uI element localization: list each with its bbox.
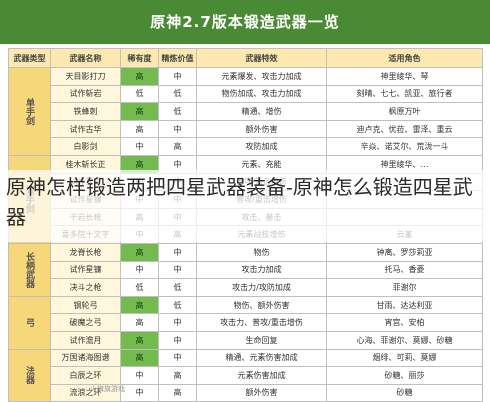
roles-cell: 心海、菲谢尔、莫娜、砂糖: [326, 330, 483, 350]
weapon-name-cell: 试作斩岩: [50, 84, 121, 104]
roles-cell: 刻晴、七七、凯亚、旅行者: [326, 84, 483, 104]
weapon-name-cell: 试作星镰: [50, 260, 121, 280]
refine-value-cell: 中: [158, 313, 197, 332]
category-cell: 长柄武器: [8, 242, 51, 297]
rarity-cell: 高: [120, 330, 159, 350]
refine-value-cell: 低: [158, 84, 197, 104]
effect-cell: 攻击力/攻防加成: [196, 278, 327, 297]
roles-cell: 甘雨、达达利亚: [326, 295, 483, 315]
refine-value-cell: 中: [158, 242, 197, 262]
refine-value-cell: 低: [158, 102, 197, 121]
rarity-cell: 高: [120, 348, 159, 368]
effect-cell: 物伤、额外伤害: [196, 295, 327, 315]
roles-cell: 托马、香菱: [326, 260, 483, 280]
table-row: 弓钢轮弓高低物伤、额外伤害 甘雨、达达利亚: [8, 295, 483, 350]
rarity-cell: 中: [120, 137, 159, 156]
category-cell: 单手剑: [8, 67, 51, 156]
page: 原神2.7版本锻造武器一览 武器类型 武器名称 稀有度 精炼价值 武器特效 适用…: [0, 0, 490, 402]
header-weapon-name: 武器名称: [50, 48, 121, 68]
refine-value-cell: 中: [158, 348, 197, 368]
effect-cell: 攻击力加成: [196, 260, 327, 280]
table-row: 白辰之环中高元素伤害加成 砂糖、丽莎: [9, 366, 483, 385]
roles-cell: 菲谢尔: [326, 278, 483, 297]
rarity-cell: 高: [120, 295, 159, 315]
rarity-cell: 高: [120, 102, 159, 121]
effect-cell: 生命回复: [196, 330, 327, 350]
effect-cell: 物伤加成、攻击力加成: [196, 84, 327, 104]
rarity-cell: 高: [120, 119, 159, 139]
table-row: 长柄武器 龙脊长枪高中物伤 钟离、罗莎莉亚: [8, 242, 483, 297]
roles-cell: 砂糖: [326, 383, 483, 402]
header-refine-value: 精炼价值: [158, 48, 197, 68]
weapon-name-cell: 白影剑: [50, 137, 121, 156]
table-row: 试作星镰中中攻击力加成 托马、香菱: [9, 260, 483, 280]
effect-cell: 攻防加成: [196, 137, 327, 156]
refine-value-cell: 中: [158, 119, 197, 139]
weapon-name-cell: 决斗之枪: [50, 278, 121, 297]
weapon-name-cell: 钢轮弓: [50, 295, 121, 315]
effect-cell: 物伤: [196, 242, 327, 262]
weapon-name-cell: 龙脊长枪: [50, 242, 121, 262]
effect-cell: 精通、增伤: [196, 102, 327, 121]
rarity-cell: 高: [120, 313, 159, 332]
table-row: 铁蜂刺高低精通、增伤 枫原万叶: [9, 102, 483, 121]
refine-value-cell: 中: [158, 330, 197, 350]
roles-cell: 砂糖、丽莎: [326, 366, 483, 385]
rarity-cell: 中: [120, 366, 159, 385]
page-title: 原神2.7版本锻造武器一览: [150, 13, 340, 31]
watermark: 火旗旗游戏: [90, 385, 125, 393]
header-suitable-roles: 适用角色: [326, 48, 483, 68]
effect-cell: 元素伤害加成: [196, 366, 327, 385]
rarity-cell: 高: [120, 242, 159, 262]
effect-cell: 精通、元素伤害加成: [196, 348, 327, 368]
rarity-cell: 中: [120, 383, 159, 402]
overlay-caption: 原神怎样锻造两把四星武器装备-原神怎么锻造四星武器: [6, 175, 473, 229]
effect-cell: 攻击力、普攻/重击增伤: [196, 313, 327, 332]
roles-cell: 神里绫华、琴: [326, 67, 483, 86]
table-row: 试作斩岩低低物伤加成、攻击力加成 刻晴、七七、凯亚、旅行者: [9, 84, 483, 104]
table-row: 法器 万国诸海图谱高中精通、元素伤害加成 烟绯、可莉、莫娜: [8, 348, 483, 402]
table-row: 流浪之环中高额外伤害 砂糖: [9, 383, 483, 402]
table-row: 单手剑 天目影打刀高中元素爆发、攻击力加成 神里绫华、琴: [8, 67, 483, 156]
rarity-cell: 低: [120, 84, 159, 104]
weapon-name-cell: 天目影打刀: [50, 67, 121, 86]
category-cell: 法器: [8, 348, 51, 402]
refine-value-cell: 中: [158, 67, 197, 86]
weapon-name-cell: 试作古华: [50, 119, 121, 139]
refine-value-cell: 高: [158, 366, 197, 385]
table-header-row: 武器类型 武器名称 稀有度 精炼价值 武器特效 适用角色: [8, 48, 483, 68]
roles-cell: 辛焱、诺艾尔、荒泷一斗: [326, 137, 483, 156]
roles-cell: 钟离、罗莎莉亚: [326, 242, 483, 262]
header-weapon-effect: 武器特效: [196, 48, 327, 68]
refine-value-cell: 中: [158, 260, 197, 280]
header-rarity: 稀有度: [120, 48, 159, 68]
effect-cell: 元素爆发、攻击力加成: [196, 67, 327, 86]
table-row: 试作澹月高中生命回复 心海、菲谢尔、莫娜、砂糖: [9, 330, 483, 350]
roles-cell: 宵宫、安柏: [326, 313, 483, 332]
refine-value-cell: 低: [158, 278, 197, 297]
roles-cell: 迪卢克、优菈、雷泽、重云: [326, 119, 483, 139]
effect-cell: 额外伤害: [196, 383, 327, 402]
refine-value-cell: 低: [158, 295, 197, 315]
rarity-cell: 高: [120, 67, 159, 86]
weapon-name-cell: 白辰之环: [50, 366, 121, 385]
refine-value-cell: 高: [158, 137, 197, 156]
table-row: 破魔之弓高中攻击力、普攻/重击增伤 宵宫、安柏: [9, 313, 483, 332]
effect-cell: 额外伤害: [196, 119, 327, 139]
table-row: 决斗之枪低低攻击力/攻防加成 菲谢尔: [9, 278, 483, 297]
table-row: 试作古华高中额外伤害 迪卢克、优菈、雷泽、重云: [9, 119, 483, 139]
weapon-name-cell: 铁蜂刺: [50, 102, 121, 121]
table-row: 白影剑中高攻防加成 辛焱、诺艾尔、荒泷一斗: [9, 137, 483, 156]
weapon-name-cell: 破魔之弓: [50, 313, 121, 332]
weapon-name-cell: 试作澹月: [50, 330, 121, 350]
refine-value-cell: 高: [158, 383, 197, 402]
category-cell: 弓: [8, 295, 51, 350]
header-weapon-type: 武器类型: [8, 48, 51, 68]
rarity-cell: 中: [120, 260, 159, 280]
roles-cell: 烟绯、可莉、莫娜: [326, 348, 483, 368]
rarity-cell: 低: [120, 278, 159, 297]
weapon-name-cell: 万国诸海图谱: [50, 348, 121, 368]
roles-cell: 枫原万叶: [326, 102, 483, 121]
